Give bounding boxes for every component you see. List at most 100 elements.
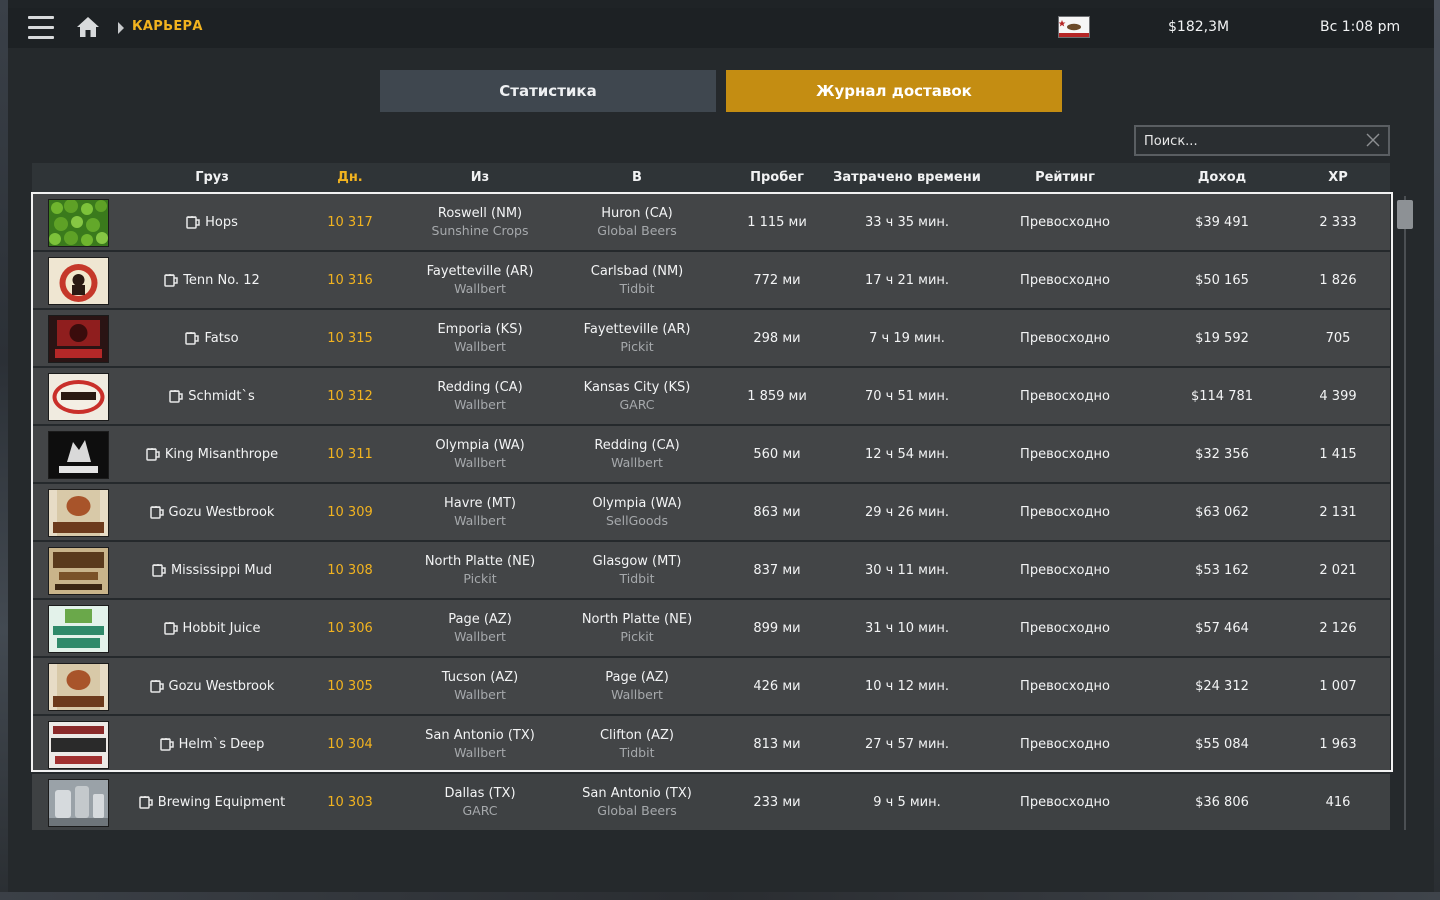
- table-row[interactable]: Hobbit Juice 10 306 Page (AZ) Wallbert No…: [32, 600, 1390, 656]
- origin-company: Wallbert: [454, 513, 506, 528]
- background-right-edge: [1434, 0, 1440, 900]
- column-header-day[interactable]: Дн.: [300, 163, 400, 193]
- breadcrumb[interactable]: КАРЬЕРА: [132, 19, 203, 34]
- search-box: [1134, 125, 1390, 156]
- table-row[interactable]: Fatso 10 315 Emporia (KS) Wallbert Fayett…: [32, 310, 1390, 366]
- scrollbar-thumb[interactable]: [1397, 200, 1413, 229]
- time-spent: 33 ч 35 мин.: [864, 214, 950, 230]
- origin-city: Olympia (WA): [435, 438, 525, 453]
- cargo-name: Gozu Westbrook: [168, 504, 275, 520]
- origin-company: Wallbert: [454, 339, 506, 354]
- distance: 298 ми: [753, 330, 801, 346]
- cargo-image-brewing-equipment: [48, 779, 109, 827]
- column-header-time[interactable]: Затрачено времени: [827, 163, 987, 193]
- distance: 837 ми: [753, 562, 801, 578]
- background-left-edge: [0, 0, 8, 900]
- beer-mug-icon: [163, 622, 178, 635]
- origin-city: Dallas (TX): [444, 786, 516, 801]
- destination-company: Wallbert: [611, 687, 663, 702]
- destination-city: Redding (CA): [594, 438, 680, 453]
- income: $114 781: [1190, 388, 1254, 404]
- column-header-distance[interactable]: Пробег: [722, 163, 832, 193]
- delivery-day: 10 315: [327, 330, 373, 346]
- rating: Превосходно: [1020, 446, 1110, 462]
- destination-city: Fayetteville (AR): [583, 322, 691, 337]
- rating: Превосходно: [1020, 330, 1110, 346]
- close-icon[interactable]: [1366, 133, 1380, 147]
- rating: Превосходно: [1020, 620, 1110, 636]
- origin-city: North Platte (NE): [424, 554, 536, 569]
- cargo-name: King Misanthrope: [164, 446, 279, 462]
- beer-mug-icon: [186, 216, 200, 229]
- distance: 560 ми: [753, 446, 801, 462]
- background-bottom-edge: [0, 892, 1440, 900]
- table-row[interactable]: Brewing Equipment 10 303 Dallas (TX) GARC…: [32, 774, 1390, 830]
- home-icon[interactable]: [76, 15, 100, 39]
- scrollbar-track[interactable]: [1404, 196, 1406, 830]
- table-row[interactable]: Mississippi Mud 10 308 North Platte (NE)…: [32, 542, 1390, 598]
- xp: 4 399: [1319, 388, 1357, 404]
- beer-mug-icon: [146, 448, 160, 461]
- destination-city: Carlsbad (NM): [590, 264, 684, 279]
- column-header-cargo[interactable]: Груз: [132, 163, 292, 193]
- destination-city: Olympia (WA): [592, 496, 682, 511]
- origin-city: Emporia (KS): [437, 322, 523, 337]
- origin-city: Page (AZ): [448, 612, 512, 627]
- destination-company: Pickit: [620, 339, 654, 354]
- xp: 2 333: [1319, 214, 1357, 230]
- beer-mug-icon: [149, 680, 164, 693]
- table-row[interactable]: Tenn No. 12 10 316 Fayetteville (AR) Wall…: [32, 252, 1390, 308]
- column-header-xp[interactable]: XP: [1288, 163, 1388, 193]
- origin-company: Wallbert: [454, 281, 506, 296]
- menu-icon[interactable]: [28, 16, 54, 40]
- income: $39 491: [1195, 214, 1249, 230]
- origin-city: Tucson (AZ): [441, 670, 519, 685]
- origin-city: Fayetteville (AR): [426, 264, 534, 279]
- destination-city: North Platte (NE): [581, 612, 693, 627]
- income: $24 312: [1195, 678, 1249, 694]
- table-row[interactable]: Helm`s Deep 10 304 San Antonio (TX) Wallb…: [32, 716, 1390, 772]
- destination-company: Tidbit: [619, 745, 655, 760]
- cargo-image-tenn-no-12: [48, 257, 109, 305]
- cargo-name: Hobbit Juice: [182, 620, 261, 636]
- column-header-to[interactable]: В: [562, 163, 712, 193]
- income: $50 165: [1195, 272, 1249, 288]
- tab-statistics[interactable]: Статистика: [380, 70, 716, 112]
- time-spent: 9 ч 5 мин.: [873, 794, 941, 810]
- origin-company: Wallbert: [454, 397, 506, 412]
- time-spent: 30 ч 11 мин.: [864, 562, 950, 578]
- xp: 2 021: [1319, 562, 1357, 578]
- delivery-day: 10 311: [327, 446, 373, 462]
- distance: 772 ми: [753, 272, 801, 288]
- table-row[interactable]: Gozu Westbrook 10 309 Havre (MT) Wallbert…: [32, 484, 1390, 540]
- rating: Превосходно: [1020, 794, 1110, 810]
- cargo-image-schmidts: [48, 373, 109, 421]
- column-header-rating[interactable]: Рейтинг: [995, 163, 1135, 193]
- distance: 813 ми: [753, 736, 801, 752]
- cargo-name: Gozu Westbrook: [168, 678, 275, 694]
- column-header-from[interactable]: Из: [410, 163, 550, 193]
- rating: Превосходно: [1020, 272, 1110, 288]
- time-spent: 27 ч 57 мин.: [864, 736, 950, 752]
- distance: 863 ми: [753, 504, 801, 520]
- time-spent: 10 ч 12 мин.: [864, 678, 950, 694]
- tab-delivery-log[interactable]: Журнал доставок: [726, 70, 1062, 112]
- delivery-day: 10 316: [327, 272, 373, 288]
- table-row[interactable]: Schmidt`s 10 312 Redding (CA) Wallbert Ka…: [32, 368, 1390, 424]
- cargo-image-king-misanthrope: [48, 431, 109, 479]
- distance: 1 859 ми: [747, 388, 807, 404]
- time-spent: 12 ч 54 мин.: [864, 446, 950, 462]
- beer-mug-icon: [139, 796, 153, 809]
- origin-company: Pickit: [463, 571, 497, 586]
- table-row[interactable]: Gozu Westbrook 10 305 Tucson (AZ) Wallber…: [32, 658, 1390, 714]
- distance: 1 115 ми: [747, 214, 807, 230]
- table-row[interactable]: Hops 10 317 Roswell (NM) Sunshine Crops H…: [32, 194, 1390, 250]
- xp: 2 126: [1319, 620, 1357, 636]
- search-input[interactable]: [1144, 132, 1354, 150]
- table-row[interactable]: King Misanthrope 10 311 Olympia (WA) Wall…: [32, 426, 1390, 482]
- destination-company: SellGoods: [606, 513, 668, 528]
- cargo-name: Schmidt`s: [188, 388, 255, 404]
- column-header-income[interactable]: Доход: [1152, 163, 1292, 193]
- distance: 233 ми: [753, 794, 801, 810]
- rating: Превосходно: [1020, 678, 1110, 694]
